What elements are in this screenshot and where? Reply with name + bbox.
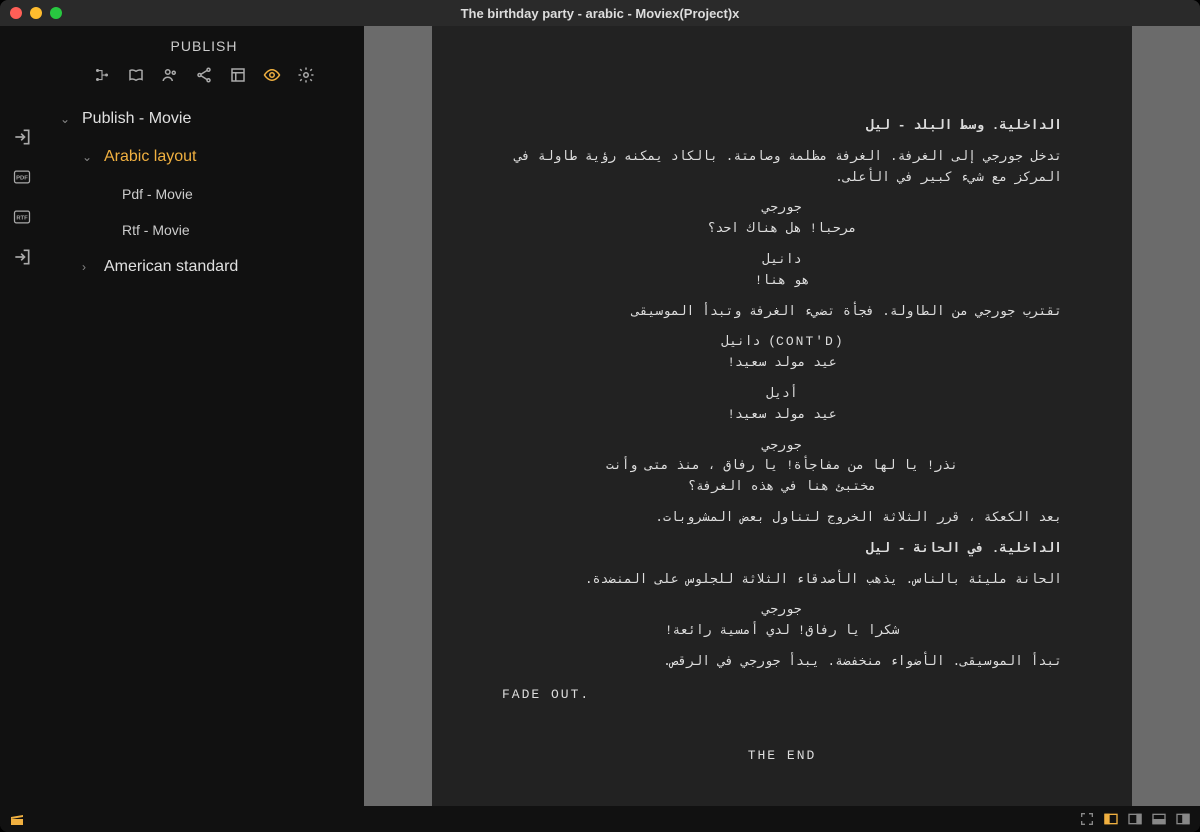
layout-icon[interactable]	[229, 66, 247, 84]
export-icon[interactable]	[11, 126, 33, 148]
svg-text:PDF: PDF	[16, 176, 28, 182]
publish-tree: ⌄ Publish - Movie ⌄ Arabic layout Pdf - …	[44, 96, 364, 290]
action-text: بعد الكعكة ، قرر الثلاثة الخروج لتناول ب…	[502, 508, 1062, 529]
chevron-right-icon: ›	[82, 260, 94, 274]
pdf-icon[interactable]: PDF	[11, 166, 33, 188]
dialog-text: عيد مولد سعيد!	[602, 405, 962, 426]
sidebar-header: PUBLISH	[44, 26, 364, 62]
action-text: تقترب جورجي من الطاولة. فجأة تضيء الغرفة…	[502, 302, 1062, 323]
close-window[interactable]	[10, 7, 22, 19]
dialog-text: ه‍و هنا!	[602, 271, 962, 292]
window-title: The birthday party - arabic - Moviex(Pro…	[461, 6, 740, 21]
dialog-text: نذر! يا لها من مفاجأة! يا رفاق ، منذ متى…	[602, 456, 962, 498]
share-icon[interactable]	[195, 66, 213, 84]
dialog-text: عيد مولد سعيد!	[602, 353, 962, 374]
tree-label: Publish - Movie	[82, 110, 191, 128]
minimize-window[interactable]	[30, 7, 42, 19]
panel-split-icon[interactable]	[1174, 810, 1192, 828]
book-icon[interactable]	[127, 66, 145, 84]
character-name: دانيل	[502, 250, 1062, 271]
sidebar: PUBLISH ⌄ Publish - Movie ⌄ Arabic layou…	[44, 26, 364, 806]
svg-text:RTF: RTF	[16, 216, 28, 222]
panel-left-icon[interactable]	[1102, 810, 1120, 828]
tree-publish-movie[interactable]: ⌄ Publish - Movie	[52, 100, 356, 138]
tree-label: Arabic layout	[104, 148, 197, 166]
import-icon[interactable]	[11, 246, 33, 268]
character-name: جورجي	[502, 436, 1062, 457]
titlebar: The birthday party - arabic - Moviex(Pro…	[0, 0, 1200, 26]
gear-icon[interactable]	[297, 66, 315, 84]
scene-heading: الداخلية. في الحانة - ليل	[502, 539, 1062, 560]
tree-icon[interactable]	[93, 66, 111, 84]
scene-heading: الداخلية. وسط البلد - ليل	[502, 116, 1062, 137]
tree-label: American standard	[104, 258, 238, 276]
dialog-text: مرحبا! هل هناك احد؟	[602, 219, 962, 240]
clapper-icon[interactable]	[8, 810, 26, 828]
tree-label: Pdf - Movie	[122, 186, 193, 202]
eye-icon[interactable]	[263, 66, 281, 84]
tree-arabic-layout[interactable]: ⌄ Arabic layout	[52, 138, 356, 176]
sidebar-toolbar	[44, 62, 364, 96]
action-text: الحانة مليئة بالناس. يذهب الأصدقاء الثلا…	[502, 570, 1062, 591]
dialog-text: شكرا يا رفاق! لدي أمسية رائعة!	[602, 621, 962, 642]
chevron-down-icon: ⌄	[60, 112, 72, 126]
tree-pdf-movie[interactable]: Pdf - Movie	[52, 176, 356, 212]
fullscreen-icon[interactable]	[1078, 810, 1096, 828]
panel-bottom-icon[interactable]	[1150, 810, 1168, 828]
rtf-icon[interactable]: RTF	[11, 206, 33, 228]
maximize-window[interactable]	[50, 7, 62, 19]
character-name: دانيل (CONT'D)	[502, 332, 1062, 353]
transition-text: FADE OUT.	[502, 685, 1062, 706]
character-name: جورجي	[502, 198, 1062, 219]
left-rail: PDF RTF	[0, 26, 44, 806]
panel-right-icon[interactable]	[1126, 810, 1144, 828]
character-name: جورجي	[502, 600, 1062, 621]
users-icon[interactable]	[161, 66, 179, 84]
script-page: الداخلية. وسط البلد - ليل تدخل جورجي إلى…	[432, 26, 1132, 806]
action-text: تبدأ الموسيقى. الأضواء منخفضة. يبدأ جورج…	[502, 652, 1062, 673]
preview-area: الداخلية. وسط البلد - ليل تدخل جورجي إلى…	[364, 26, 1200, 806]
tree-rtf-movie[interactable]: Rtf - Movie	[52, 212, 356, 248]
end-text: THE END	[502, 746, 1062, 767]
statusbar	[0, 806, 1200, 832]
tree-label: Rtf - Movie	[122, 222, 190, 238]
chevron-down-icon: ⌄	[82, 150, 94, 164]
action-text: تدخل جورجي إلى الغرفة. الغرفة مظلمة وصام…	[502, 147, 1062, 189]
tree-american-standard[interactable]: › American standard	[52, 248, 356, 286]
character-name: أديل	[502, 384, 1062, 405]
